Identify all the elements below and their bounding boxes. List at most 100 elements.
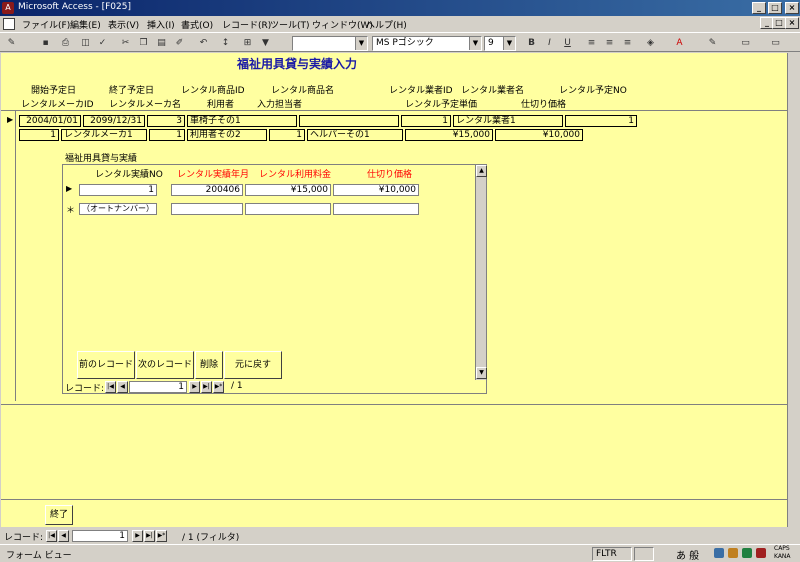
bold-button[interactable]: B bbox=[524, 36, 539, 50]
sub-prev-record-icon[interactable]: ◀ bbox=[117, 381, 128, 393]
sub-new-record-icon[interactable]: ▶* bbox=[213, 381, 224, 393]
ime-tool-icon[interactable] bbox=[714, 548, 724, 558]
sub-first-record-icon[interactable]: |◀ bbox=[105, 381, 116, 393]
record-selector-icon[interactable]: ▶ bbox=[7, 115, 13, 124]
maker-id-field[interactable]: 1 bbox=[19, 129, 59, 141]
product-id-field[interactable]: 3 bbox=[147, 115, 185, 127]
format-painter-icon[interactable]: ✐ bbox=[172, 36, 187, 50]
scroll-down-icon[interactable]: ▼ bbox=[476, 367, 487, 379]
close-form-button[interactable]: 終了 bbox=[45, 505, 73, 525]
access-app-icon[interactable]: A bbox=[2, 2, 14, 14]
object-combo[interactable]: ▼ bbox=[292, 36, 368, 51]
undo-icon[interactable]: ↶ bbox=[196, 36, 211, 50]
close-button[interactable]: × bbox=[785, 2, 799, 14]
maximize-button[interactable]: □ bbox=[768, 2, 782, 14]
new-record-icon[interactable]: ▶* bbox=[156, 530, 167, 542]
footer-divider bbox=[1, 499, 788, 500]
next-record-icon[interactable]: ▶ bbox=[132, 530, 143, 542]
form-scrollbar[interactable] bbox=[788, 53, 800, 527]
blank-field[interactable] bbox=[299, 115, 399, 127]
user-name-field[interactable]: 利用者その2 bbox=[187, 129, 267, 141]
menu-help[interactable]: ヘルプ(H) bbox=[366, 18, 407, 31]
sub-new-month-field[interactable] bbox=[171, 203, 243, 215]
line-color-icon[interactable]: ✎ bbox=[705, 36, 720, 50]
unit-price-field[interactable]: ¥15,000 bbox=[405, 129, 493, 141]
undo-button[interactable]: 元に戻す bbox=[224, 351, 282, 379]
menu-insert[interactable]: 挿入(I) bbox=[147, 18, 175, 31]
copy-icon[interactable]: ❐ bbox=[136, 36, 151, 50]
first-record-icon[interactable]: |◀ bbox=[46, 530, 57, 542]
delete-button[interactable]: 削除 bbox=[195, 351, 223, 379]
ime-dict-icon[interactable] bbox=[728, 548, 738, 558]
cost-field[interactable]: ¥10,000 bbox=[495, 129, 583, 141]
line-width-icon[interactable]: ▭ bbox=[768, 36, 783, 50]
menu-view[interactable]: 表示(V) bbox=[108, 18, 139, 31]
staff-id-field[interactable]: 1 bbox=[269, 129, 305, 141]
sub-new-cost-field[interactable] bbox=[333, 203, 419, 215]
sub-last-record-icon[interactable]: ▶| bbox=[201, 381, 212, 393]
menu-file[interactable]: ファイル(F) bbox=[22, 18, 70, 31]
sub-fee-field[interactable]: ¥15,000 bbox=[245, 184, 331, 196]
underline-button[interactable]: U bbox=[560, 36, 575, 50]
save-icon[interactable]: ▪ bbox=[38, 36, 53, 50]
child-restore-button[interactable]: □ bbox=[772, 17, 786, 29]
prev-record-icon[interactable]: ◀ bbox=[58, 530, 69, 542]
preview-icon[interactable]: ◫ bbox=[78, 36, 93, 50]
sub-next-record-icon[interactable]: ▶ bbox=[189, 381, 200, 393]
last-record-icon[interactable]: ▶| bbox=[144, 530, 155, 542]
align-left-icon[interactable]: ≡ bbox=[584, 36, 599, 50]
sub-new-no-field[interactable]: （オートナンバー） bbox=[79, 203, 157, 215]
print-icon[interactable]: ⎙ bbox=[58, 36, 73, 50]
sub-current-record-icon[interactable]: ▶ bbox=[66, 184, 72, 193]
sub-new-fee-field[interactable] bbox=[245, 203, 331, 215]
subform-scrollbar[interactable]: ▲ ▼ bbox=[475, 165, 487, 380]
menu-format[interactable]: 書式(O) bbox=[181, 18, 213, 31]
plan-no-field[interactable]: 1 bbox=[565, 115, 637, 127]
status-text: フォーム ビュー bbox=[6, 551, 72, 561]
child-close-button[interactable]: × bbox=[785, 17, 799, 29]
ime-pad-icon[interactable] bbox=[742, 548, 752, 558]
label-user: 利用者 bbox=[207, 100, 235, 110]
paste-icon[interactable]: ▤ bbox=[154, 36, 169, 50]
staff-name-field[interactable]: ヘルパーその1 bbox=[307, 129, 403, 141]
font-name-combo[interactable]: MS Pゴシック ▼ bbox=[372, 36, 482, 51]
font-color-icon[interactable]: A bbox=[672, 36, 687, 50]
sub-cost-field[interactable]: ¥10,000 bbox=[333, 184, 419, 196]
sub-new-record-icon[interactable]: ＊ bbox=[66, 203, 75, 216]
italic-button[interactable]: I bbox=[542, 36, 557, 50]
align-right-icon[interactable]: ≡ bbox=[620, 36, 635, 50]
view-icon[interactable]: ✎ bbox=[4, 36, 19, 50]
form-icon[interactable] bbox=[3, 18, 15, 30]
menu-window[interactable]: ウィンドウ(W) bbox=[312, 18, 373, 31]
menu-record[interactable]: レコード(R) bbox=[222, 18, 271, 31]
border-style-icon[interactable]: ▭ bbox=[738, 36, 753, 50]
ime-help-icon[interactable] bbox=[756, 548, 766, 558]
fill-color-icon[interactable]: ◈ bbox=[643, 36, 658, 50]
caps-indicator: CAPS bbox=[774, 545, 790, 552]
ime-indicator[interactable]: あ 般 bbox=[676, 547, 699, 562]
maker-name-field[interactable]: レンタルメーカ1 bbox=[61, 129, 147, 141]
font-size-combo[interactable]: 9 ▼ bbox=[484, 36, 516, 51]
menu-edit[interactable]: 編集(E) bbox=[70, 18, 101, 31]
product-name-field[interactable]: 車椅子その1 bbox=[187, 115, 297, 127]
end-date-field[interactable]: 2099/12/31 bbox=[83, 115, 145, 127]
align-center-icon[interactable]: ≡ bbox=[602, 36, 617, 50]
filter-by-form-icon[interactable]: ⊞ bbox=[240, 36, 255, 50]
sub-month-field[interactable]: 200406 bbox=[171, 184, 243, 196]
menu-tools[interactable]: ツール(T) bbox=[270, 18, 310, 31]
prev-record-button[interactable]: 前のレコード bbox=[77, 351, 135, 379]
scroll-up-icon[interactable]: ▲ bbox=[476, 165, 487, 177]
filter-icon[interactable]: ▼ bbox=[258, 36, 273, 50]
spelling-icon[interactable]: ✓ bbox=[95, 36, 110, 50]
sub-record-number-input[interactable]: 1 bbox=[129, 381, 187, 393]
vendor-id-field[interactable]: 1 bbox=[401, 115, 451, 127]
vendor-name-field[interactable]: レンタル業者1 bbox=[453, 115, 563, 127]
sub-no-field[interactable]: 1 bbox=[79, 184, 157, 196]
sort-icon[interactable]: ↕ bbox=[218, 36, 233, 50]
next-record-button[interactable]: 次のレコード bbox=[136, 351, 194, 379]
user-id-field[interactable]: 1 bbox=[149, 129, 185, 141]
cut-icon[interactable]: ✂ bbox=[118, 36, 133, 50]
minimize-button[interactable]: _ bbox=[752, 2, 766, 14]
record-number-input[interactable]: 1 bbox=[72, 530, 128, 542]
start-date-field[interactable]: 2004/01/01 bbox=[19, 115, 81, 127]
